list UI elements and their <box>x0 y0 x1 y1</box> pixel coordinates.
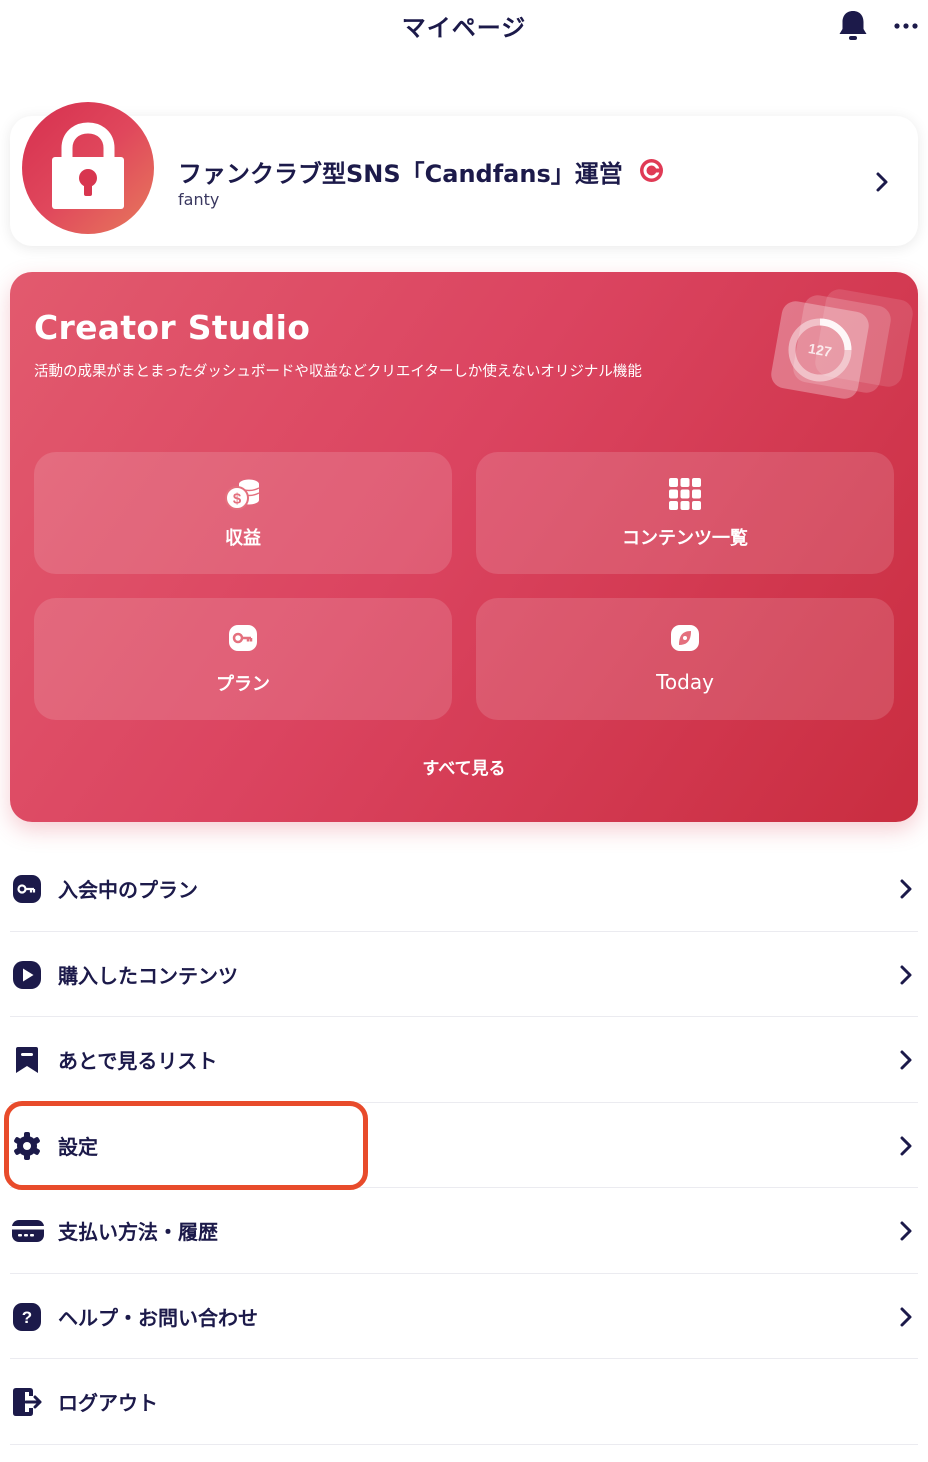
page-title: マイページ <box>401 14 527 42</box>
studio-description: 活動の成果がまとまったダッシュボードや収益などクリエイターしか使えないオリジナル… <box>34 364 642 380</box>
tile-label: プラン <box>216 674 270 695</box>
profile-name[interactable]: ファンクラブ型SNS「Candfans」運営 <box>178 154 623 189</box>
chevron-right-icon <box>898 877 914 901</box>
play-icon <box>12 960 42 990</box>
tile-revenue[interactable]: $ 収益 <box>34 452 452 574</box>
menu-label: 入会中のプラン <box>58 878 198 902</box>
chevron-right-icon <box>898 1219 914 1243</box>
help-icon: ? <box>12 1302 42 1332</box>
menu-list: 入会中のプラン 購入したコンテンツ あとで見るリスト 設定 支払い方法・履歴 ?… <box>10 846 918 1445</box>
menu-item-subscribed-plans[interactable]: 入会中のプラン <box>10 846 918 932</box>
svg-text:$: $ <box>233 491 242 508</box>
key-icon <box>12 874 42 904</box>
profile-id: fanty <box>178 190 220 209</box>
svg-text:?: ? <box>22 1308 32 1327</box>
menu-item-payment[interactable]: 支払い方法・履歴 <box>10 1188 918 1274</box>
bookmark-icon <box>12 1045 42 1075</box>
menu-item-watch-later[interactable]: あとで見るリスト <box>10 1017 918 1103</box>
chevron-right-icon <box>898 963 914 987</box>
padlock-icon <box>52 122 124 209</box>
key-icon <box>34 622 452 658</box>
studio-title: Creator Studio <box>34 308 311 347</box>
tile-plan[interactable]: プラン <box>34 598 452 720</box>
top-bar: マイページ <box>0 0 928 56</box>
creator-badge-icon <box>640 159 663 182</box>
menu-item-help[interactable]: ? ヘルプ・お問い合わせ <box>10 1274 918 1359</box>
menu-label: あとで見るリスト <box>58 1049 218 1073</box>
compass-icon <box>476 622 894 658</box>
grid-icon <box>476 476 894 512</box>
chevron-right-icon[interactable] <box>872 170 892 194</box>
credit-card-icon <box>12 1216 44 1246</box>
see-all-link[interactable]: すべて見る <box>10 754 918 779</box>
tile-label: 収益 <box>225 528 261 549</box>
tile-label: コンテンツ一覧 <box>622 528 748 549</box>
menu-item-logout[interactable]: ログアウト <box>10 1359 918 1445</box>
logout-icon <box>12 1387 42 1417</box>
tile-today[interactable]: Today <box>476 598 894 720</box>
creator-studio-card: Creator Studio 活動の成果がまとまったダッシュボードや収益などクリ… <box>10 272 918 822</box>
menu-label: 設定 <box>58 1134 98 1159</box>
bell-icon[interactable] <box>836 8 870 44</box>
menu-label: 支払い方法・履歴 <box>58 1220 218 1244</box>
coins-dollar-icon: $ <box>34 476 452 512</box>
more-horizontal-icon[interactable] <box>892 12 922 36</box>
avatar[interactable] <box>22 102 154 234</box>
menu-label: ログアウト <box>58 1391 158 1415</box>
menu-label: ヘルプ・お問い合わせ <box>58 1305 258 1330</box>
chevron-right-icon <box>898 1048 914 1072</box>
tile-label: Today <box>656 670 714 694</box>
chevron-right-icon <box>898 1134 914 1158</box>
menu-item-settings[interactable]: 設定 <box>10 1103 918 1188</box>
menu-item-purchased-content[interactable]: 購入したコンテンツ <box>10 932 918 1017</box>
dashboard-illustration-icon: 127 <box>758 284 914 408</box>
menu-label: 購入したコンテンツ <box>58 963 238 988</box>
chevron-right-icon <box>898 1305 914 1329</box>
gear-icon <box>12 1131 42 1161</box>
tile-content-list[interactable]: コンテンツ一覧 <box>476 452 894 574</box>
